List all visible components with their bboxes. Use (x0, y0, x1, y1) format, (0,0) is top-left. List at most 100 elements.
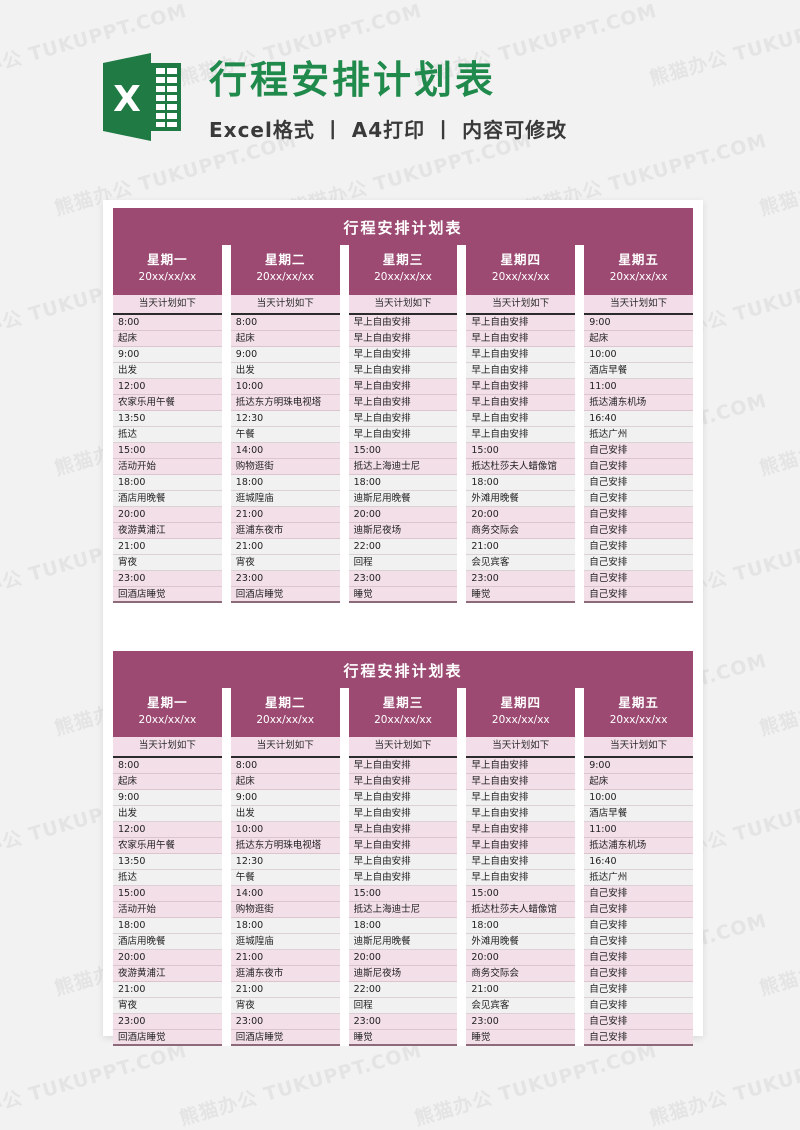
schedule-cell[interactable]: 14:00 (230, 442, 340, 459)
schedule-cell[interactable]: 21:00 (230, 981, 340, 998)
schedule-cell[interactable]: 自己安排 (584, 490, 693, 507)
schedule-cell[interactable]: 抵达杜莎夫人蜡像馆 (466, 458, 576, 475)
schedule-cell[interactable]: 抵达 (113, 869, 222, 886)
schedule-cell[interactable]: 早上自由安排 (466, 789, 576, 806)
schedule-cell[interactable]: 23:00 (466, 570, 576, 587)
schedule-cell[interactable]: 16:40 (584, 410, 693, 427)
schedule-cell[interactable]: 23:00 (466, 1013, 576, 1030)
schedule-cell[interactable]: 活动开始 (113, 458, 222, 475)
schedule-cell[interactable]: 早上自由安排 (348, 821, 458, 838)
schedule-cell[interactable]: 抵达上海迪士尼 (348, 458, 458, 475)
schedule-cell[interactable]: 23:00 (348, 570, 458, 587)
schedule-cell[interactable]: 18:00 (348, 474, 458, 491)
schedule-cell[interactable]: 出发 (230, 805, 340, 822)
schedule-cell[interactable]: 宵夜 (230, 554, 340, 571)
schedule-cell[interactable]: 抵达广州 (584, 426, 693, 443)
schedule-cell[interactable]: 早上自由安排 (466, 837, 576, 854)
schedule-cell[interactable]: 迪斯尼用晚餐 (348, 490, 458, 507)
schedule-cell[interactable]: 15:00 (348, 442, 458, 459)
schedule-cell[interactable]: 购物逛街 (230, 458, 340, 475)
schedule-cell[interactable]: 8:00 (113, 757, 222, 774)
schedule-cell[interactable]: 起床 (113, 773, 222, 790)
schedule-cell[interactable]: 9:00 (113, 346, 222, 363)
schedule-cell[interactable]: 回程 (348, 997, 458, 1014)
schedule-cell[interactable]: 早上自由安排 (348, 805, 458, 822)
schedule-cell[interactable]: 午餐 (230, 426, 340, 443)
schedule-cell[interactable]: 抵达东方明珠电视塔 (230, 394, 340, 411)
schedule-cell[interactable]: 9:00 (584, 757, 693, 774)
schedule-cell[interactable]: 自己安排 (584, 570, 693, 587)
schedule-cell[interactable]: 18:00 (230, 917, 340, 934)
schedule-cell[interactable]: 9:00 (584, 314, 693, 331)
schedule-cell[interactable]: 回酒店睡觉 (113, 586, 222, 603)
schedule-cell[interactable]: 回程 (348, 554, 458, 571)
schedule-cell[interactable]: 自己安排 (584, 997, 693, 1014)
schedule-cell[interactable]: 15:00 (113, 442, 222, 459)
schedule-cell[interactable]: 21:00 (466, 538, 576, 555)
schedule-cell[interactable]: 早上自由安排 (348, 314, 458, 331)
schedule-cell[interactable]: 起床 (584, 330, 693, 347)
schedule-cell[interactable]: 早上自由安排 (348, 410, 458, 427)
schedule-cell[interactable]: 20:00 (466, 949, 576, 966)
schedule-cell[interactable]: 13:50 (113, 853, 222, 870)
schedule-cell[interactable]: 18:00 (113, 917, 222, 934)
schedule-cell[interactable]: 14:00 (230, 885, 340, 902)
schedule-cell[interactable]: 13:50 (113, 410, 222, 427)
schedule-cell[interactable]: 20:00 (466, 506, 576, 523)
schedule-cell[interactable]: 10:00 (584, 789, 693, 806)
schedule-cell[interactable]: 抵达东方明珠电视塔 (230, 837, 340, 854)
schedule-cell[interactable]: 宵夜 (230, 997, 340, 1014)
schedule-cell[interactable]: 抵达浦东机场 (584, 394, 693, 411)
schedule-cell[interactable]: 早上自由安排 (466, 805, 576, 822)
schedule-cell[interactable]: 15:00 (348, 885, 458, 902)
schedule-cell[interactable]: 18:00 (466, 917, 576, 934)
schedule-cell[interactable]: 11:00 (584, 821, 693, 838)
schedule-cell[interactable]: 回酒店睡觉 (113, 1029, 222, 1046)
schedule-cell[interactable]: 自己安排 (584, 538, 693, 555)
schedule-cell[interactable]: 12:30 (230, 410, 340, 427)
schedule-cell[interactable]: 18:00 (466, 474, 576, 491)
schedule-cell[interactable]: 抵达 (113, 426, 222, 443)
schedule-cell[interactable]: 起床 (230, 330, 340, 347)
schedule-cell[interactable]: 自己安排 (584, 522, 693, 539)
schedule-cell[interactable]: 回酒店睡觉 (230, 586, 340, 603)
schedule-cell[interactable]: 迪斯尼夜场 (348, 965, 458, 982)
schedule-cell[interactable]: 睡觉 (466, 586, 576, 603)
schedule-cell[interactable]: 早上自由安排 (466, 378, 576, 395)
schedule-cell[interactable]: 抵达杜莎夫人蜡像馆 (466, 901, 576, 918)
schedule-cell[interactable]: 睡觉 (348, 586, 458, 603)
schedule-cell[interactable]: 逛城隍庙 (230, 490, 340, 507)
schedule-cell[interactable]: 自己安排 (584, 1029, 693, 1046)
schedule-cell[interactable]: 抵达广州 (584, 869, 693, 886)
schedule-cell[interactable]: 自己安排 (584, 554, 693, 571)
schedule-cell[interactable]: 外滩用晚餐 (466, 933, 576, 950)
schedule-cell[interactable]: 早上自由安排 (348, 789, 458, 806)
schedule-cell[interactable]: 早上自由安排 (466, 869, 576, 886)
schedule-cell[interactable]: 商务交际会 (466, 522, 576, 539)
schedule-cell[interactable]: 抵达上海迪士尼 (348, 901, 458, 918)
schedule-cell[interactable]: 早上自由安排 (348, 346, 458, 363)
schedule-cell[interactable]: 早上自由安排 (348, 330, 458, 347)
schedule-cell[interactable]: 起床 (230, 773, 340, 790)
schedule-cell[interactable]: 早上自由安排 (348, 362, 458, 379)
schedule-cell[interactable]: 出发 (113, 362, 222, 379)
schedule-cell[interactable]: 早上自由安排 (348, 426, 458, 443)
schedule-cell[interactable]: 早上自由安排 (466, 314, 576, 331)
schedule-cell[interactable]: 自己安排 (584, 586, 693, 603)
schedule-cell[interactable]: 早上自由安排 (466, 853, 576, 870)
schedule-cell[interactable]: 早上自由安排 (348, 853, 458, 870)
schedule-cell[interactable]: 宵夜 (113, 554, 222, 571)
schedule-cell[interactable]: 酒店早餐 (584, 805, 693, 822)
schedule-cell[interactable]: 抵达浦东机场 (584, 837, 693, 854)
schedule-cell[interactable]: 9:00 (113, 789, 222, 806)
schedule-cell[interactable]: 睡觉 (466, 1029, 576, 1046)
schedule-cell[interactable]: 早上自由安排 (466, 426, 576, 443)
schedule-cell[interactable]: 农家乐用午餐 (113, 837, 222, 854)
schedule-cell[interactable]: 农家乐用午餐 (113, 394, 222, 411)
schedule-cell[interactable]: 自己安排 (584, 981, 693, 998)
schedule-cell[interactable]: 自己安排 (584, 442, 693, 459)
schedule-cell[interactable]: 午餐 (230, 869, 340, 886)
schedule-cell[interactable]: 迪斯尼夜场 (348, 522, 458, 539)
schedule-cell[interactable]: 23:00 (348, 1013, 458, 1030)
schedule-cell[interactable]: 11:00 (584, 378, 693, 395)
